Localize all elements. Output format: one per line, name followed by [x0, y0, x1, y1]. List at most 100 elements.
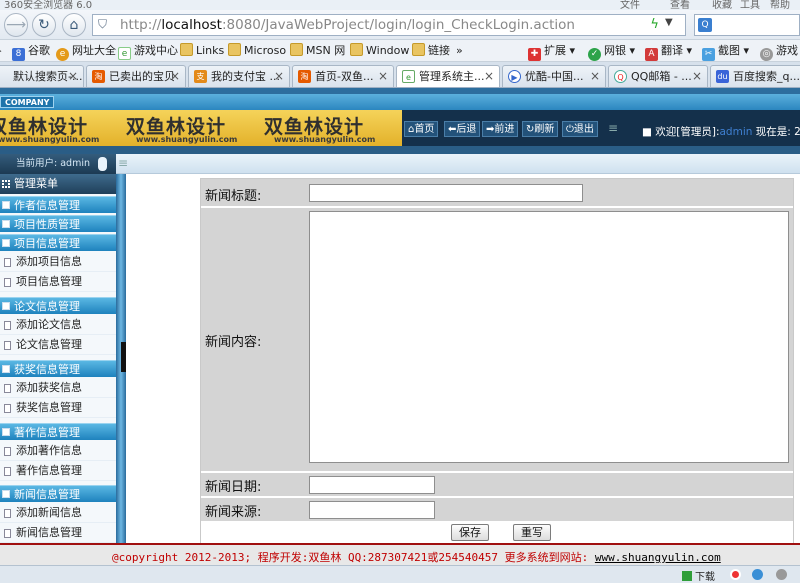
- sidebar-splitter[interactable]: [116, 174, 126, 543]
- nav-home-link[interactable]: ⌂首页: [404, 121, 439, 137]
- menu-add-paper[interactable]: 添加论文信息: [0, 315, 116, 335]
- back-button[interactable]: ⟶: [4, 13, 28, 37]
- section-news[interactable]: 新闻信息管理: [0, 485, 116, 502]
- menu-view[interactable]: 查看: [670, 0, 690, 10]
- search-input[interactable]: Q: [694, 14, 800, 36]
- menu-add-project[interactable]: 添加项目信息: [0, 252, 116, 272]
- website-link[interactable]: www.shuangyulin.com: [595, 551, 721, 564]
- nav-forward-link[interactable]: ➡前进: [482, 121, 519, 137]
- game-button[interactable]: ◎ 游戏: [760, 43, 798, 61]
- baidu-icon: du: [716, 70, 729, 83]
- menu-favorites[interactable]: 收藏: [712, 0, 732, 10]
- row-date: 新闻日期:: [201, 473, 793, 496]
- close-icon[interactable]: ×: [378, 66, 388, 87]
- menu-manage-project[interactable]: 项目信息管理: [0, 272, 116, 292]
- nav-refresh-link[interactable]: ↻刷新: [522, 121, 559, 137]
- logo: 双鱼林设计www.shuangyulin.com: [0, 110, 126, 146]
- tab-default-search[interactable]: 默认搜索页-... ×: [0, 65, 84, 87]
- menu-add-news[interactable]: 添加新闻信息: [0, 503, 116, 523]
- section-author[interactable]: 作者信息管理: [0, 196, 116, 213]
- news-source-input[interactable]: [309, 501, 435, 519]
- address-input[interactable]: ⛉ http://localhost:8080/JavaWebProject/l…: [92, 14, 686, 36]
- favorites-bar: ▸ 8谷歌 e网址大全 e游戏中心 Links Microso MSN 网 Wi…: [0, 40, 800, 62]
- tab-admin-system[interactable]: e 管理系统主... ×: [396, 65, 500, 87]
- news-content-textarea[interactable]: [309, 211, 789, 463]
- sub-bar: [0, 146, 800, 154]
- tab-youku[interactable]: ▶ 优酷-中国... ×: [502, 65, 606, 87]
- tab-shuangyu-home[interactable]: 淘首页-双鱼... ×: [292, 65, 394, 87]
- menu-add-book[interactable]: 添加著作信息: [0, 441, 116, 461]
- tab-sold-items[interactable]: 淘已卖出的宝贝 ×: [86, 65, 186, 87]
- news-title-input[interactable]: [309, 184, 583, 202]
- fav-microsoft[interactable]: Microso: [228, 43, 286, 59]
- refresh-button[interactable]: ↻: [32, 13, 56, 37]
- home-icon: ⌂: [69, 17, 79, 33]
- fav-windows[interactable]: Window: [350, 43, 409, 59]
- translate-button[interactable]: A 翻译 ▾: [645, 43, 692, 61]
- menu-tools[interactable]: 工具: [740, 0, 760, 10]
- content-label: 新闻内容:: [205, 335, 262, 350]
- company-strip: COMPANY: [0, 94, 800, 110]
- play-icon: ▶: [508, 70, 521, 83]
- close-icon[interactable]: ×: [484, 66, 494, 87]
- puzzle-icon: ✚: [528, 48, 541, 61]
- alert-icon[interactable]: [730, 569, 741, 580]
- close-icon[interactable]: ×: [590, 66, 600, 87]
- section-award[interactable]: 获奖信息管理: [0, 360, 116, 377]
- section-icon: [2, 220, 10, 228]
- folder-icon: [412, 43, 425, 56]
- section-paper[interactable]: 论文信息管理: [0, 297, 116, 314]
- fav-more[interactable]: »: [456, 43, 463, 59]
- screenshot-button[interactable]: ✂ 截图 ▾: [702, 43, 749, 61]
- close-icon[interactable]: ×: [692, 66, 702, 87]
- section-project-nature[interactable]: 项目性质管理: [0, 215, 116, 232]
- search-engine-icon[interactable]: Q: [698, 18, 712, 32]
- home-button[interactable]: ⌂: [62, 13, 86, 37]
- fav-hao[interactable]: e 网址大全: [56, 43, 116, 61]
- folder-icon: [290, 43, 303, 56]
- section-project-info[interactable]: 项目信息管理: [0, 234, 116, 251]
- close-icon[interactable]: ×: [170, 66, 180, 87]
- current-user-text: 当前用户: admin: [16, 158, 90, 169]
- fav-games[interactable]: e 游戏中心: [118, 43, 178, 60]
- menu-manage-award[interactable]: 获奖信息管理: [0, 398, 116, 418]
- bank-button[interactable]: ✓ 网银 ▾: [588, 43, 635, 61]
- tab-alipay[interactable]: 支我的支付宝 ... ×: [188, 65, 290, 87]
- ext-button[interactable]: ✚ 扩展 ▾: [528, 43, 575, 61]
- scissors-icon: ✂: [702, 48, 715, 61]
- copyright-text: @copyright 2012-2013; 程序开发:双鱼林 QQ:287307…: [112, 551, 721, 564]
- nav-logout-link[interactable]: ⏻退出: [562, 121, 598, 137]
- fav-links[interactable]: Links: [180, 43, 224, 59]
- tab-qq-mail[interactable]: Q QQ邮箱 - ... ×: [608, 65, 708, 87]
- download-button[interactable]: 下载: [682, 568, 715, 583]
- reset-button[interactable]: 重写: [513, 524, 551, 541]
- close-icon[interactable]: ×: [274, 66, 284, 87]
- status-menu-icon[interactable]: [776, 569, 787, 580]
- menu-manage-paper[interactable]: 论文信息管理: [0, 335, 116, 355]
- browser-window: 360安全浏览器 6.0 文件 查看 收藏 工具 帮助 ⟶ ↻ ⌂ ⛉ http…: [0, 0, 800, 583]
- close-icon[interactable]: ×: [68, 66, 78, 87]
- section-book[interactable]: 著作信息管理: [0, 423, 116, 440]
- page-icon: e: [402, 70, 415, 83]
- menu-add-award[interactable]: 添加获奖信息: [0, 378, 116, 398]
- ie-icon[interactable]: [752, 569, 763, 580]
- tab-baidu[interactable]: du 百度搜索_q...: [710, 65, 800, 87]
- news-date-input[interactable]: [309, 476, 435, 494]
- lightning-icon[interactable]: ϟ: [650, 17, 659, 32]
- back-arrow-icon: ⟶: [5, 17, 27, 33]
- save-button[interactable]: 保存: [451, 524, 489, 541]
- fav-links-cn[interactable]: 链接: [412, 43, 450, 59]
- section-icon: [2, 428, 10, 436]
- document-icon: [4, 447, 11, 456]
- chevron-down-icon[interactable]: ▼: [665, 17, 681, 28]
- page-footer: @copyright 2012-2013; 程序开发:双鱼林 QQ:287307…: [0, 543, 800, 565]
- nav-back-link[interactable]: ⬅后退: [444, 121, 481, 137]
- menu-manage-book[interactable]: 著作信息管理: [0, 461, 116, 481]
- fav-msn[interactable]: MSN 网: [290, 43, 345, 59]
- grip-icon: ≡: [118, 156, 129, 170]
- menu-help[interactable]: 帮助: [770, 0, 790, 10]
- menu-file[interactable]: 文件: [620, 0, 640, 10]
- row-source: 新闻来源:: [201, 498, 793, 521]
- fav-google[interactable]: 8 谷歌: [12, 43, 50, 61]
- menu-manage-news[interactable]: 新闻信息管理: [0, 523, 116, 543]
